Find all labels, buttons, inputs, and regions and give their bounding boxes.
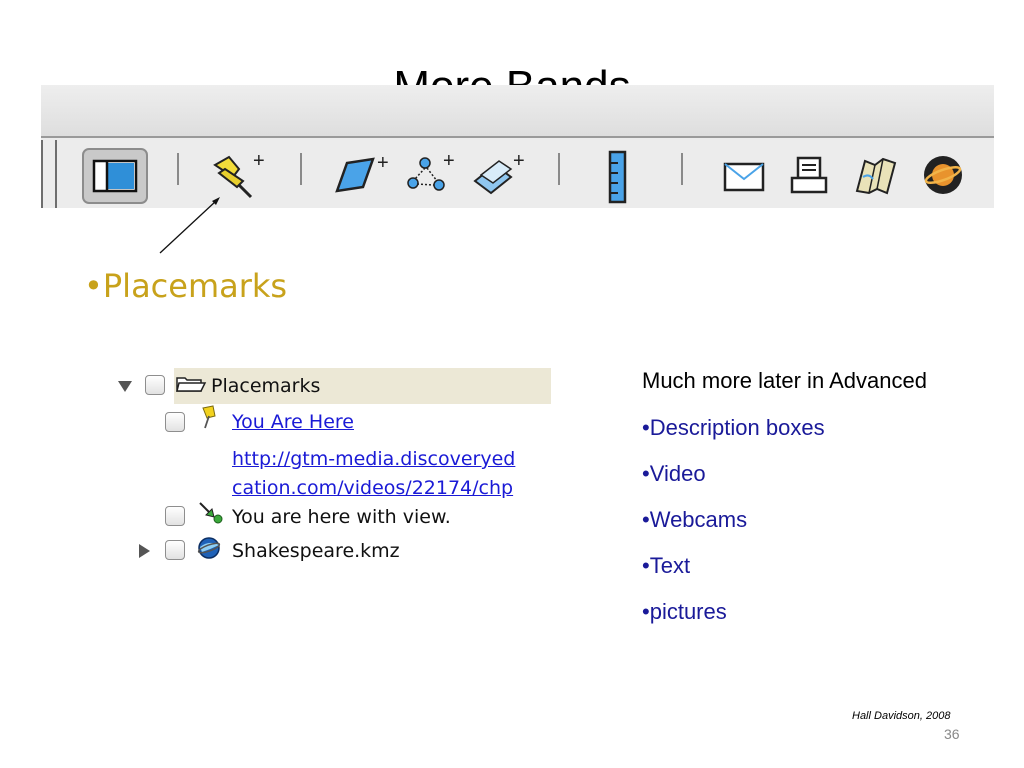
yellow-pushpin-icon: [202, 405, 216, 429]
svg-text:+: +: [513, 151, 525, 172]
envelope-icon: [723, 162, 765, 192]
ruler-button[interactable]: [607, 149, 629, 205]
placemarks-heading: •Placemarks: [84, 267, 288, 305]
sidebar-toggle-button[interactable]: [82, 148, 148, 204]
pointer-arrow: [159, 197, 220, 254]
placemark-link[interactable]: You Are Here: [232, 410, 354, 434]
printer-icon: [790, 156, 828, 194]
toolbar-separator: [177, 153, 179, 185]
credit-text: Hall Davidson, 2008: [852, 710, 951, 722]
info-bullet: •Text: [642, 553, 691, 578]
page-number: 36: [944, 726, 960, 742]
folder-checkbox[interactable]: [145, 375, 165, 395]
svg-text:+: +: [377, 152, 389, 174]
toolbar-edge: [41, 140, 43, 208]
print-button[interactable]: [789, 155, 829, 197]
sky-button[interactable]: [921, 153, 965, 197]
description-link-line-2[interactable]: cation.com/videos/22174/chp: [232, 476, 513, 500]
add-image-overlay-button[interactable]: +: [471, 151, 529, 199]
sidebar-icon: [82, 148, 148, 204]
svg-text:+: +: [253, 151, 265, 172]
description-link-line-1[interactable]: http://gtm-media.discoveryed: [232, 447, 515, 471]
view-placemark-checkbox[interactable]: [165, 506, 185, 526]
info-heading: Much more later in Advanced: [642, 368, 927, 393]
placemark-checkbox[interactable]: [165, 412, 185, 432]
maps-button[interactable]: [853, 155, 901, 195]
pushpin-plus-icon: +: [213, 151, 265, 199]
svg-text:+: +: [443, 151, 455, 172]
toolbar-separator: [558, 153, 560, 185]
email-button[interactable]: [723, 161, 767, 193]
image-overlay-plus-icon: +: [473, 151, 525, 195]
places-panel: Placemarks You Are Here http://gtm-media…: [108, 367, 551, 577]
expand-triangle-open-icon[interactable]: [118, 381, 132, 392]
info-bullet: •Video: [642, 461, 706, 486]
path-plus-icon: +: [407, 151, 455, 191]
info-bullet: •Webcams: [642, 507, 748, 532]
expand-triangle-closed-icon[interactable]: [139, 544, 150, 558]
planet-icon: [924, 156, 962, 194]
toolbar-separator: [300, 153, 302, 185]
add-path-button[interactable]: +: [403, 151, 459, 199]
polygon-plus-icon: +: [335, 152, 389, 193]
ruler-icon: [608, 150, 627, 204]
toolbar: + + + +: [41, 85, 994, 208]
toolbar-separator: [681, 153, 683, 185]
view-placemark-label[interactable]: You are here with view.: [232, 505, 451, 529]
toolbar-edge: [55, 140, 57, 208]
kmz-label[interactable]: Shakespeare.kmz: [232, 539, 400, 563]
toolbar-title-band: [41, 85, 994, 138]
kmz-checkbox[interactable]: [165, 540, 185, 560]
folder-label[interactable]: Placemarks: [211, 374, 320, 398]
globe-icon: [197, 537, 221, 559]
info-bullet: •Description boxes: [642, 415, 825, 440]
add-polygon-button[interactable]: +: [333, 151, 397, 199]
info-bullet: •pictures: [642, 599, 727, 624]
map-icon: [855, 157, 897, 195]
folder-open-icon: [176, 377, 207, 392]
add-placemark-button[interactable]: +: [209, 151, 267, 199]
green-arrow-icon: [199, 502, 223, 524]
